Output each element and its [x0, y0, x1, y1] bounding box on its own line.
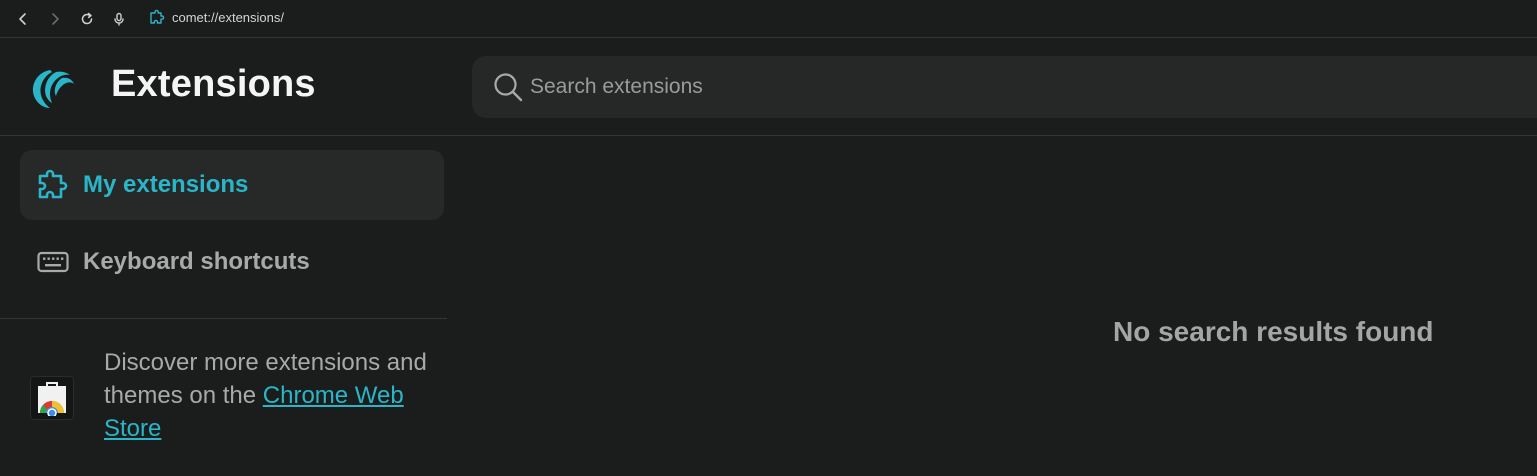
search-icon — [494, 73, 523, 102]
web-store-promo: Discover more extensions and themes on t… — [104, 346, 434, 445]
chrome-web-store-icon — [30, 376, 74, 420]
no-results-message: No search results found — [1113, 316, 1434, 347]
search-input[interactable] — [530, 56, 1490, 118]
puzzle-icon — [38, 169, 68, 199]
sidebar-divider — [0, 318, 447, 319]
browser-toolbar: comet://extensions/ — [0, 0, 1537, 38]
sidebar-item-label: Keyboard shortcuts — [83, 248, 310, 275]
reload-button[interactable] — [77, 9, 97, 29]
address-bar-url[interactable]: comet://extensions/ — [172, 10, 284, 25]
search-bar[interactable] — [472, 56, 1537, 118]
reload-icon — [81, 12, 93, 25]
sidebar: My extensions Keyboard shortcuts Discove… — [0, 136, 447, 476]
chevron-right-icon — [52, 13, 59, 25]
microphone-icon — [114, 12, 124, 26]
keyboard-icon — [37, 251, 69, 273]
page-title: Extensions — [111, 63, 316, 105]
back-button[interactable] — [13, 9, 33, 29]
sidebar-item-label: My extensions — [83, 171, 249, 198]
sidebar-item-keyboard-shortcuts[interactable]: Keyboard shortcuts — [20, 227, 444, 297]
page-header: Extensions — [0, 38, 1537, 136]
sidebar-item-my-extensions[interactable]: My extensions — [20, 150, 444, 220]
voice-search-button[interactable] — [109, 9, 129, 29]
chevron-left-icon — [19, 13, 26, 25]
puzzle-icon — [150, 9, 165, 24]
forward-button[interactable] — [45, 9, 65, 29]
comet-logo-icon — [32, 70, 74, 108]
